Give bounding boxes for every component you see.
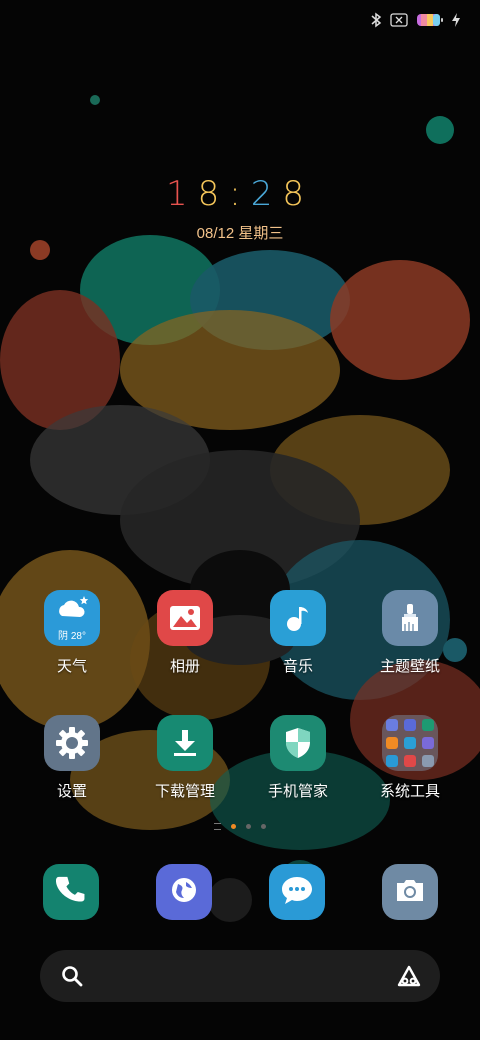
app-phone-manager[interactable]: 手机管家 <box>248 715 348 801</box>
page-menu-icon <box>214 823 221 830</box>
app-label: 天气 <box>56 658 87 675</box>
clock-widget[interactable]: 18:28 <box>0 174 480 214</box>
weather-badge: 阴 28° <box>58 631 86 642</box>
app-label: 主题壁纸 <box>379 658 440 675</box>
clock-hour-tens: 1 <box>165 174 198 214</box>
page-dot-active <box>231 824 236 829</box>
clock-separator: : <box>229 174 251 214</box>
status-bar <box>370 8 460 32</box>
shield-icon <box>270 715 326 771</box>
charging-icon <box>452 13 460 27</box>
folder-icon <box>382 715 438 771</box>
bluetooth-icon <box>370 12 382 28</box>
dock-messages[interactable] <box>269 864 325 920</box>
gear-icon <box>44 715 100 771</box>
weather-icon: 阴 28° <box>44 590 100 646</box>
theme-brush-icon <box>382 590 438 646</box>
app-system-tools-folder[interactable]: 系统工具 <box>360 715 460 801</box>
search-icon <box>60 964 84 993</box>
app-theme[interactable]: 主题壁纸 <box>360 590 460 676</box>
no-sim-icon <box>390 13 408 27</box>
date-label: 08/12 星期三 <box>196 225 284 242</box>
browser-icon <box>168 874 200 911</box>
app-gallery[interactable]: 相册 <box>135 590 235 676</box>
gallery-icon <box>157 590 213 646</box>
clock-hour-ones: 8 <box>197 174 230 214</box>
download-icon <box>157 715 213 771</box>
battery-icon <box>416 12 444 28</box>
assistant-icon[interactable] <box>396 964 422 993</box>
app-label: 设置 <box>56 783 87 800</box>
app-label: 相册 <box>169 658 200 675</box>
app-label: 音乐 <box>282 658 313 675</box>
app-downloads[interactable]: 下载管理 <box>135 715 235 801</box>
app-label: 系统工具 <box>379 783 440 800</box>
page-dot <box>261 824 266 829</box>
search-bar[interactable] <box>40 950 440 1002</box>
page-indicator[interactable] <box>0 823 480 830</box>
dock-browser[interactable] <box>156 864 212 920</box>
music-icon <box>270 590 326 646</box>
page-dot <box>246 824 251 829</box>
app-settings[interactable]: 设置 <box>22 715 122 801</box>
app-music[interactable]: 音乐 <box>248 590 348 676</box>
app-weather[interactable]: 阴 28° 天气 <box>22 590 122 676</box>
messages-icon <box>280 874 314 911</box>
app-label: 手机管家 <box>267 783 328 800</box>
app-label: 下载管理 <box>154 783 215 800</box>
camera-icon <box>394 876 426 909</box>
phone-icon <box>55 875 86 910</box>
dock-camera[interactable] <box>382 864 438 920</box>
clock-minute-tens: 2 <box>250 174 283 214</box>
clock-minute-ones: 8 <box>282 174 315 214</box>
dock-phone[interactable] <box>43 864 99 920</box>
